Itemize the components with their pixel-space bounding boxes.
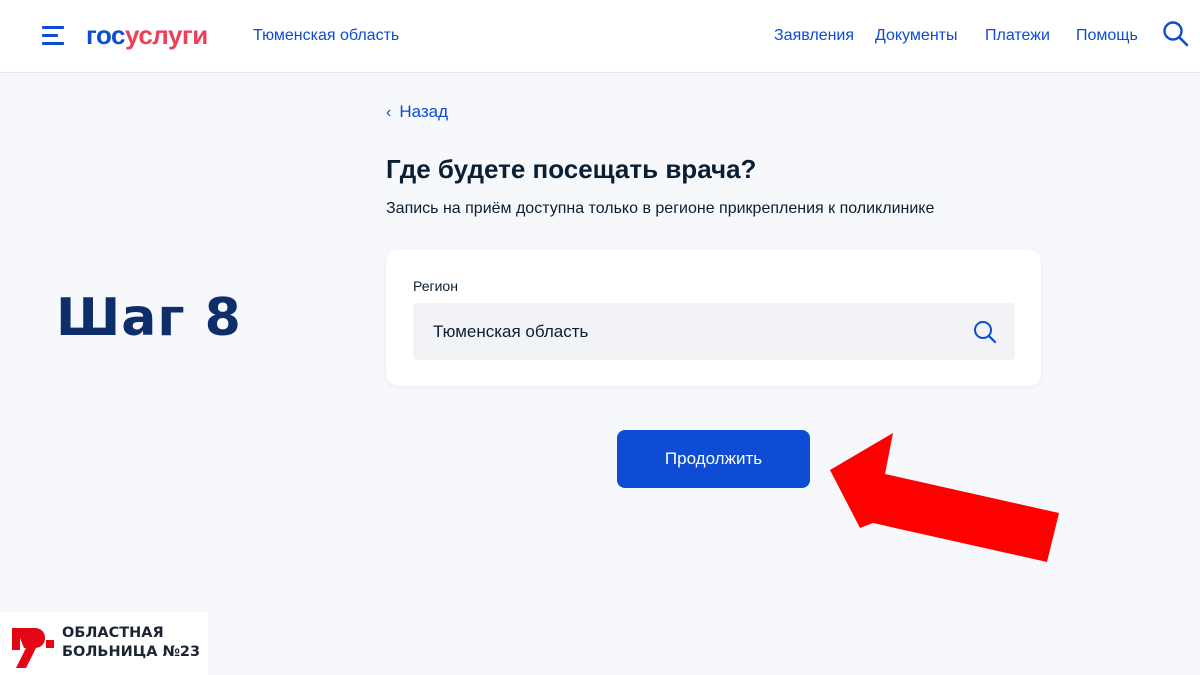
logo-part-uslugi: услуги [125,20,208,50]
nav-help[interactable]: Помощь [1076,27,1138,45]
back-link[interactable]: ‹ Назад [386,102,448,122]
region-card: Регион Тюменская область [386,250,1041,386]
search-icon[interactable] [1162,20,1190,48]
hospital-logo-icon [12,628,54,668]
nav-payments[interactable]: Платежи [985,27,1050,45]
red-arrow-pointer [830,433,1059,562]
page-title: Где будете посещать врача? [386,154,757,184]
region-field-label: Регион [413,278,458,294]
top-header: госуслуги Тюменская область Заявления До… [0,0,1200,73]
nav-documents[interactable]: Документы [875,27,957,45]
chevron-left-icon: ‹ [386,104,392,121]
hospital-branding: ОБЛАСТНАЯ БОЛЬНИЦА №23 [0,612,208,675]
page-subtitle: Запись на приём доступна только в регион… [386,200,935,217]
hospital-name: ОБЛАСТНАЯ БОЛЬНИЦА №23 [62,624,200,662]
menu-icon[interactable] [42,26,66,46]
step-label: Шаг 8 [56,288,242,348]
logo-part-gos: гос [86,20,126,50]
region-field-value: Тюменская область [433,322,589,341]
back-label: Назад [399,102,449,121]
search-icon[interactable] [972,319,998,345]
region-search-input[interactable]: Тюменская область [413,303,1015,360]
gosuslugi-logo[interactable]: госуслуги [86,20,208,51]
hospital-name-line1: ОБЛАСТНАЯ [62,625,164,641]
nav-applications[interactable]: Заявления [774,27,854,45]
region-selector-link[interactable]: Тюменская область [253,27,399,45]
hospital-name-line2: БОЛЬНИЦА №23 [62,644,201,660]
continue-button[interactable]: Продолжить [617,430,810,488]
